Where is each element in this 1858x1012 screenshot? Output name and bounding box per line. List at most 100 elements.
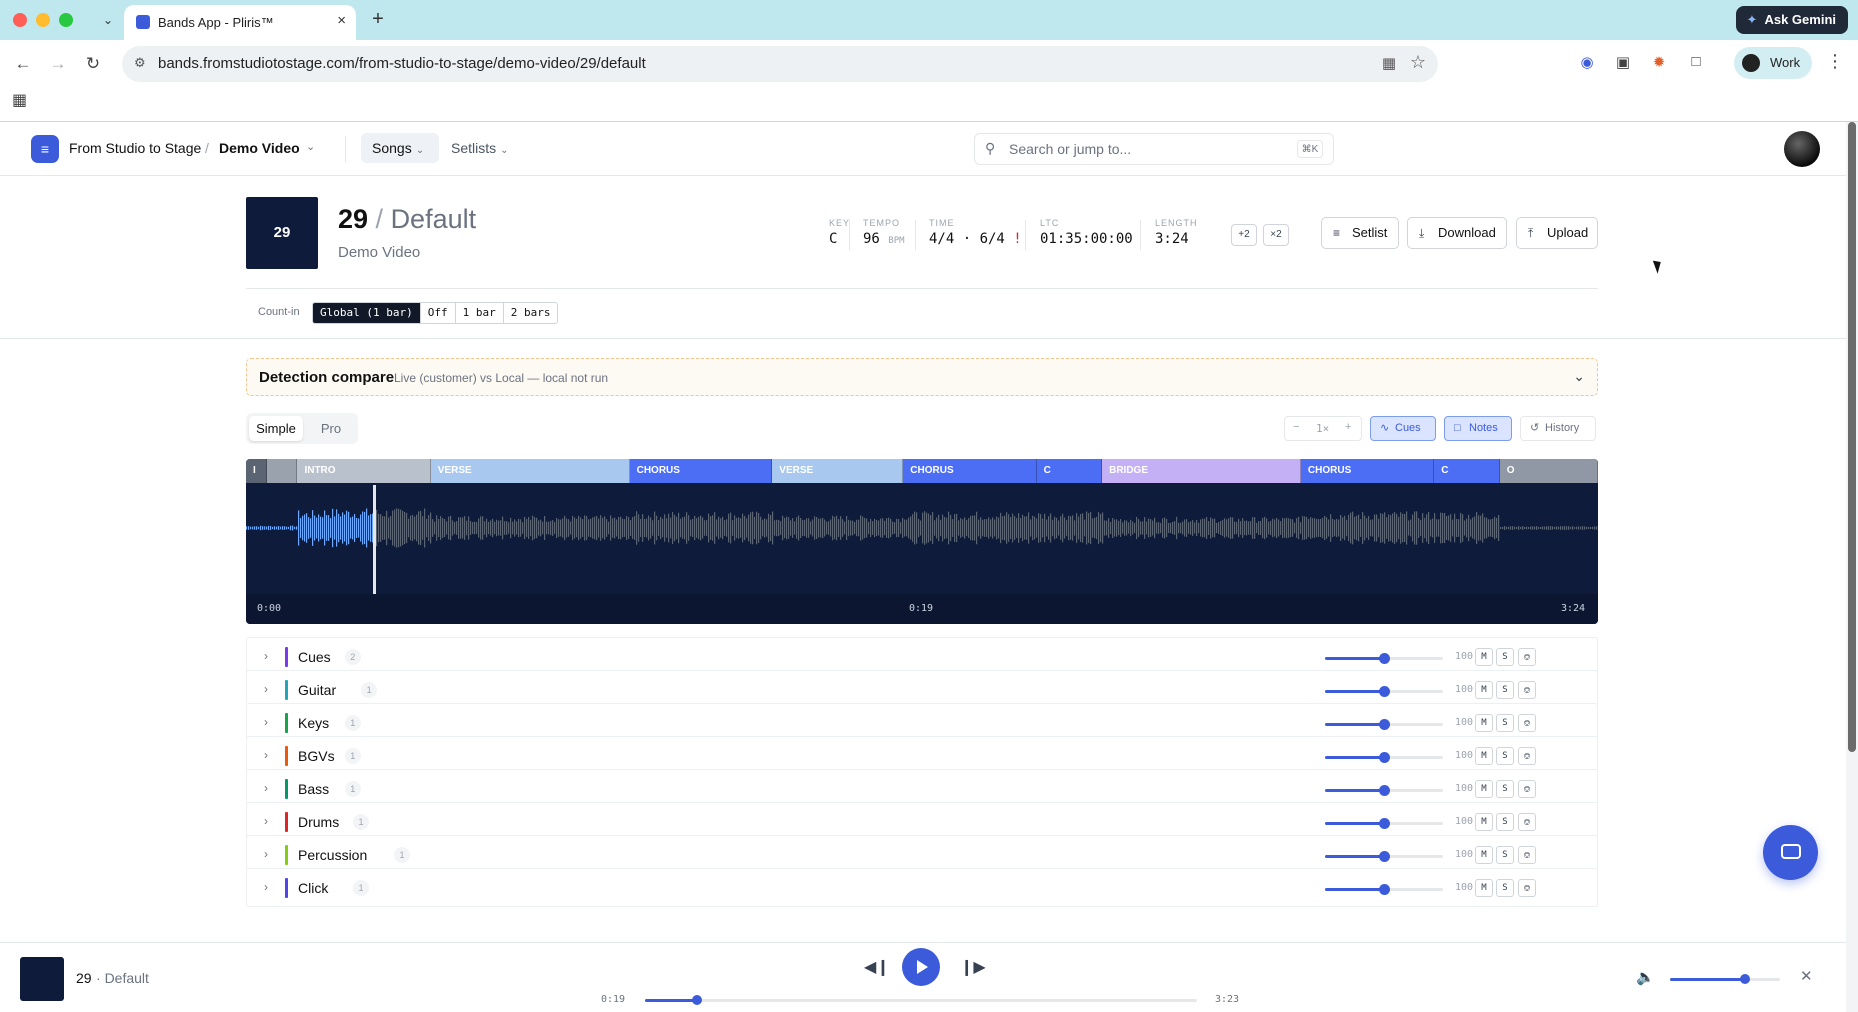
track-volume-knob[interactable] [1379, 719, 1390, 730]
chat-support-button[interactable] [1763, 825, 1818, 880]
track-volume-slider[interactable] [1325, 818, 1443, 829]
back-icon[interactable]: ← [10, 51, 36, 77]
password-manager-icon[interactable]: ◉ [1576, 53, 1598, 71]
breadcrumb-project[interactable]: Demo Video [219, 140, 300, 156]
mute-button[interactable]: M [1475, 813, 1493, 831]
setlist-button[interactable]: ≡ Setlist [1321, 217, 1399, 249]
nav-songs-tab[interactable]: Songs ⌄ [361, 133, 439, 163]
countin-option-off[interactable]: Off [421, 303, 456, 323]
volume-icon[interactable]: 🔈 [1636, 968, 1655, 986]
section-marker[interactable]: INTRO [297, 459, 431, 483]
mute-button[interactable]: M [1475, 879, 1493, 897]
solo-button[interactable]: S [1496, 780, 1514, 798]
chevron-right-icon[interactable]: › [264, 649, 268, 663]
chevron-right-icon[interactable]: › [264, 847, 268, 861]
waveform-panel[interactable]: I INTRO VERSE CHORUS VERSE CHORUS C BRIDGE CHORU… [246, 459, 1598, 624]
window-maximize-button[interactable] [59, 13, 73, 27]
mode-simple-tab[interactable]: Simple [249, 416, 303, 441]
chevron-right-icon[interactable]: › [264, 880, 268, 894]
chevron-right-icon[interactable]: › [264, 781, 268, 795]
skip-next-icon[interactable]: ❙▶ [960, 957, 986, 977]
cues-toggle-button[interactable]: ∿ Cues [1370, 416, 1436, 441]
section-marker[interactable] [267, 459, 298, 483]
solo-button[interactable]: S [1496, 879, 1514, 897]
mode-pro-tab[interactable]: Pro [308, 416, 354, 441]
track-volume-slider[interactable] [1325, 752, 1443, 763]
track-volume-slider[interactable] [1325, 851, 1443, 862]
zoom-out-button[interactable]: − [1293, 421, 1299, 433]
mute-button[interactable]: M [1475, 780, 1493, 798]
mute-button[interactable]: M [1475, 846, 1493, 864]
skip-previous-icon[interactable]: ◀❙ [864, 957, 890, 977]
countin-option-global[interactable]: Global (1 bar) [313, 303, 421, 323]
headphones-icon[interactable]: ⎊ [1518, 714, 1536, 732]
address-bar[interactable]: ⚙ bands.fromstudiotostage.com/from-studi… [122, 46, 1438, 82]
track-volume-knob[interactable] [1379, 851, 1390, 862]
section-marker[interactable]: CHORUS [903, 459, 1037, 483]
section-marker[interactable]: VERSE [772, 459, 904, 483]
countin-segmented-control[interactable]: Global (1 bar) Off 1 bar 2 bars [312, 302, 559, 324]
player-volume-slider[interactable] [1670, 974, 1780, 984]
track-volume-slider[interactable] [1325, 719, 1443, 730]
solo-button[interactable]: S [1496, 648, 1514, 666]
track-volume-knob[interactable] [1379, 752, 1390, 763]
track-volume-knob[interactable] [1379, 785, 1390, 796]
view-mode-toggle[interactable]: Simple Pro [246, 413, 358, 444]
user-avatar[interactable] [1784, 131, 1820, 167]
transpose-up-button[interactable]: +2 [1231, 224, 1257, 246]
tab-close-icon[interactable]: × [337, 12, 346, 29]
player-progress-knob[interactable] [691, 995, 702, 1005]
mute-button[interactable]: M [1475, 681, 1493, 699]
mute-button[interactable]: M [1475, 747, 1493, 765]
solo-button[interactable]: S [1496, 714, 1514, 732]
search-input[interactable]: ⚲ Search or jump to... ⌘K [974, 133, 1334, 165]
headphones-icon[interactable]: ⎊ [1518, 681, 1536, 699]
extensions-icon[interactable]: □ [1685, 53, 1707, 70]
section-marker[interactable]: CHORUS [629, 459, 773, 483]
apps-grid-icon[interactable]: ▦ [12, 90, 27, 110]
headphones-icon[interactable]: ⎊ [1518, 846, 1536, 864]
play-button[interactable] [902, 948, 940, 986]
section-marker[interactable]: I [246, 459, 268, 483]
headphones-icon[interactable]: ⎊ [1518, 879, 1536, 897]
solo-button[interactable]: S [1496, 681, 1514, 699]
site-info-icon[interactable]: ⚙ [134, 55, 146, 71]
chevron-right-icon[interactable]: › [264, 682, 268, 696]
reader-mode-icon[interactable]: ▦ [1382, 54, 1396, 72]
solo-button[interactable]: S [1496, 747, 1514, 765]
page-scrollbar[interactable] [1846, 122, 1858, 1012]
countin-option-2-bars[interactable]: 2 bars [504, 303, 558, 323]
zoom-in-button[interactable]: + [1345, 421, 1351, 433]
track-volume-knob[interactable] [1379, 686, 1390, 697]
browser-tab-active[interactable]: Bands App - Pliris™ × [124, 5, 356, 40]
section-marker[interactable]: CHORUS [1300, 459, 1435, 483]
detection-compare-panel[interactable]: Detection compare Live (customer) vs Loc… [246, 358, 1598, 396]
upload-button[interactable]: ⤒ Upload [1516, 217, 1598, 249]
headphones-icon[interactable]: ⎊ [1518, 780, 1536, 798]
app-logo-icon[interactable]: ≡ [31, 135, 59, 163]
history-button[interactable]: ↺ History [1520, 416, 1596, 441]
download-button[interactable]: ⤓ Download [1407, 217, 1507, 249]
section-marker[interactable]: BRIDGE [1102, 459, 1301, 483]
chevron-down-icon[interactable]: ⌄ [1573, 368, 1585, 385]
section-marker[interactable]: C [1036, 459, 1103, 483]
project-chevron-down-icon[interactable]: ⌄ [306, 140, 315, 153]
notes-toggle-button[interactable]: □ Notes [1444, 416, 1512, 441]
section-marker[interactable]: O [1499, 459, 1598, 483]
headphones-icon[interactable]: ⎊ [1518, 648, 1536, 666]
url-text[interactable]: bands.fromstudiotostage.com/from-studio-… [158, 55, 646, 72]
headphones-icon[interactable]: ⎊ [1518, 747, 1536, 765]
headphones-icon[interactable]: ⎊ [1518, 813, 1536, 831]
bookmark-star-icon[interactable]: ☆ [1410, 52, 1426, 73]
close-icon[interactable]: ✕ [1800, 967, 1813, 985]
chevron-right-icon[interactable]: › [264, 814, 268, 828]
breadcrumb-org[interactable]: From Studio to Stage [69, 140, 201, 156]
ask-gemini-button[interactable]: ✦ Ask Gemini [1736, 6, 1848, 34]
track-volume-slider[interactable] [1325, 884, 1443, 895]
claude-icon[interactable]: ✹ [1648, 53, 1670, 71]
mute-button[interactable]: M [1475, 714, 1493, 732]
nav-setlists-tab[interactable]: Setlists ⌄ [451, 133, 525, 163]
forward-icon[interactable]: → [45, 51, 71, 77]
track-volume-slider[interactable] [1325, 653, 1443, 664]
playhead[interactable] [373, 485, 377, 594]
